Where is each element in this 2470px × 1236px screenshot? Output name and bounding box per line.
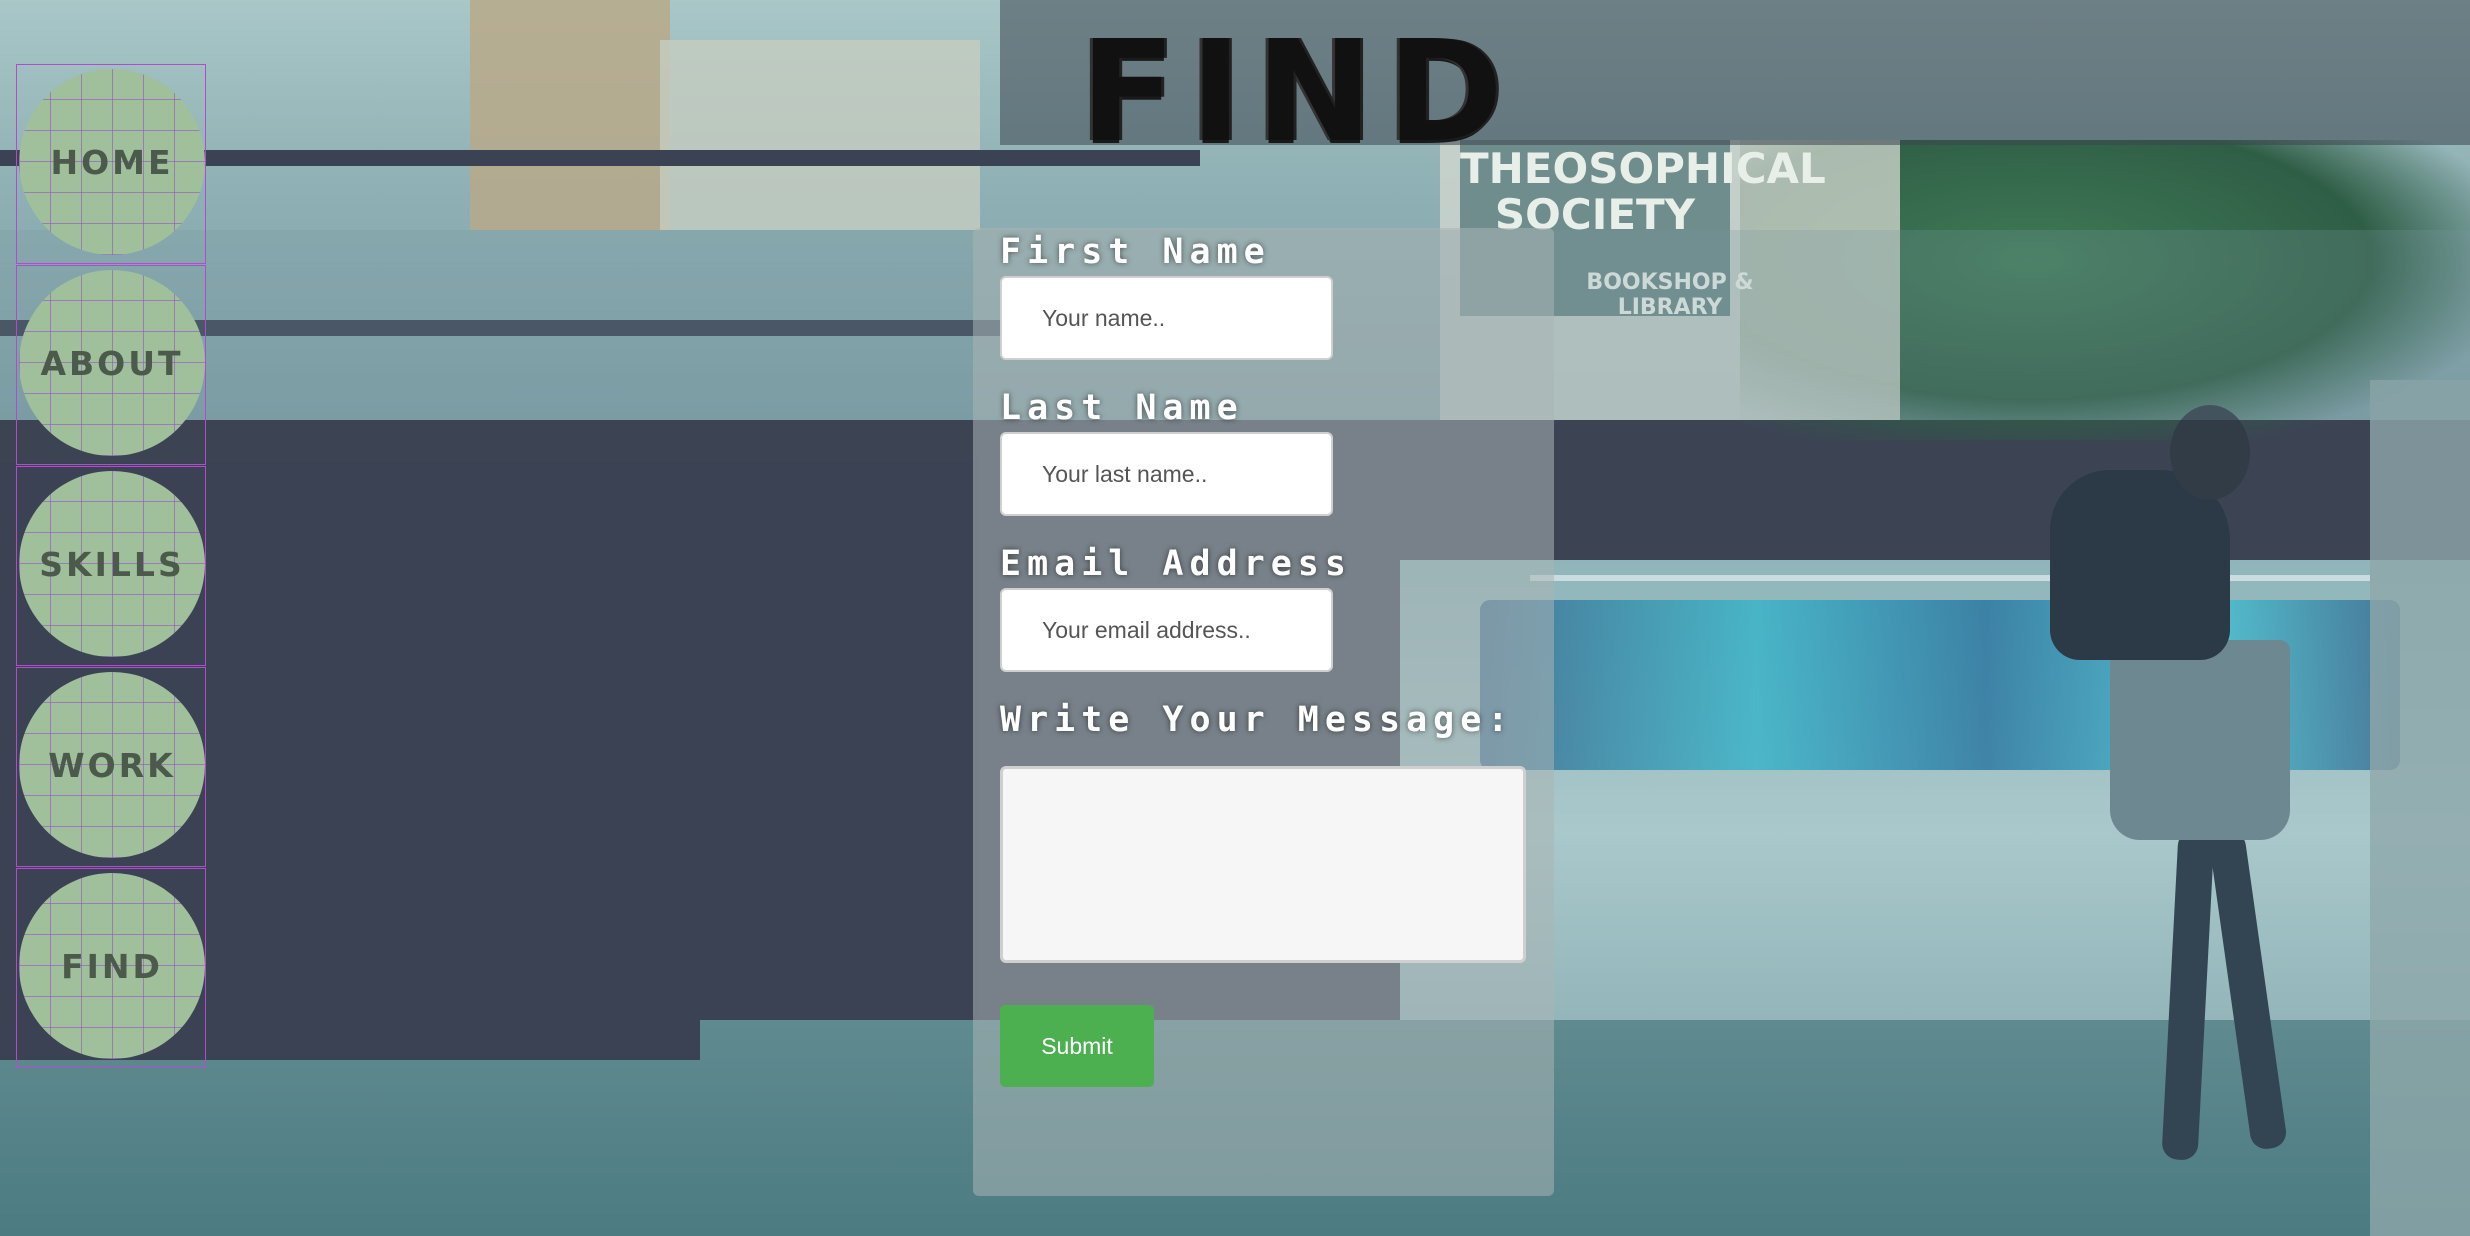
nav-item-find: FIND [16,868,206,1068]
nav-find-button[interactable]: FIND [19,873,205,1059]
nav-item-home: HOME [16,64,206,264]
nav-skills-label: SKILLS [39,544,185,584]
first-name-input[interactable] [1000,276,1333,360]
nav-home-button[interactable]: HOME [19,69,205,255]
nav-find-label: FIND [61,946,163,986]
background-pillar [2370,380,2470,1236]
background-person [2110,640,2290,840]
submit-button[interactable]: Submit [1000,1005,1154,1087]
page-title: FIND [1080,11,1518,174]
contact-form: First Name Last Name Email Address Write… [973,228,1554,1196]
nav-work-button[interactable]: WORK [19,672,205,858]
last-name-label: Last Name [1000,388,1244,428]
nav-item-skills: SKILLS [16,466,206,666]
background-building [470,0,670,230]
nav-item-about: ABOUT [16,265,206,465]
nav-about-button[interactable]: ABOUT [19,270,205,456]
nav-home-label: HOME [50,142,174,182]
background-railing [1530,575,2370,581]
nav-skills-button[interactable]: SKILLS [19,471,205,657]
page: THEOSOPHICAL SOCIETY BOOKSHOP & LIBRARY … [0,0,2470,1236]
nav-item-work: WORK [16,667,206,867]
email-input[interactable] [1000,588,1333,672]
main-nav: HOME ABOUT SKILLS WORK FIND [16,64,206,1069]
nav-about-label: ABOUT [40,343,184,383]
background-building [660,40,980,230]
nav-work-label: WORK [48,745,176,785]
message-label: Write Your Message: [1000,700,1515,740]
email-label: Email Address [1000,544,1352,584]
message-textarea[interactable] [1000,766,1526,963]
last-name-input[interactable] [1000,432,1333,516]
first-name-label: First Name [1000,232,1271,272]
